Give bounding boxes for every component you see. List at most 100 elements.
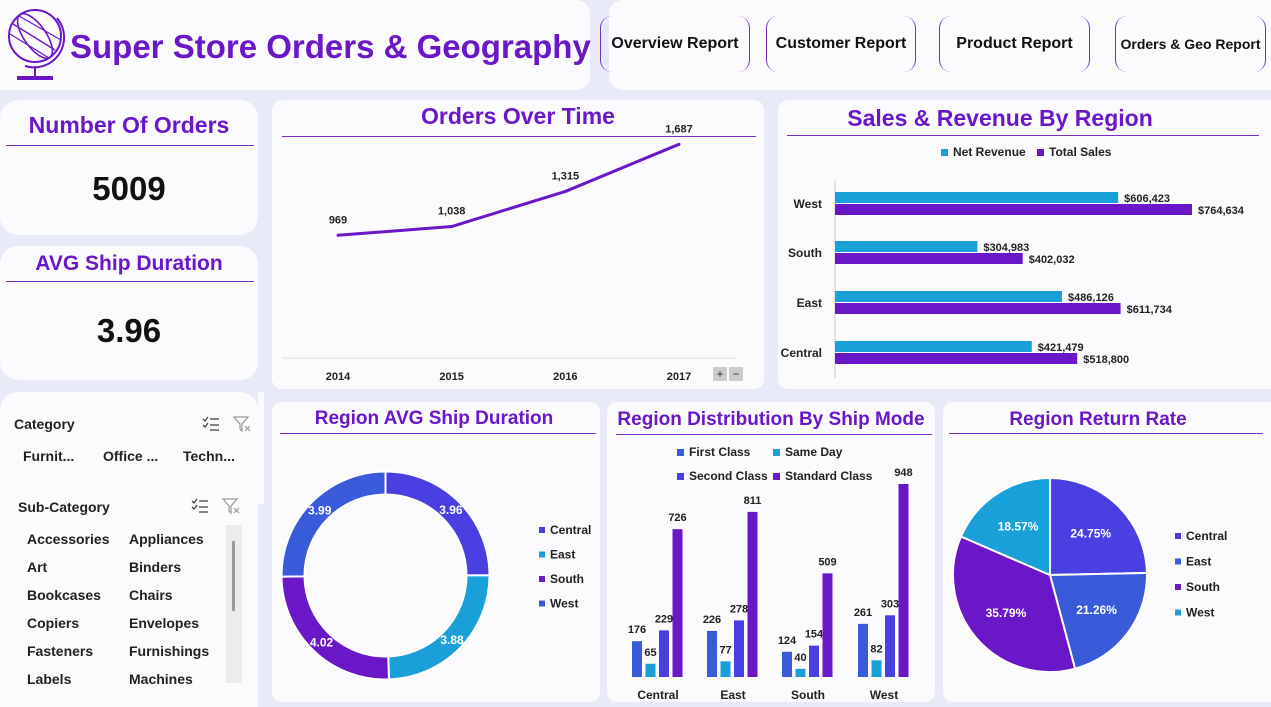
subcategory-item[interactable]: Art — [27, 559, 47, 575]
bar-same-day — [645, 663, 656, 677]
donut-slice-south — [280, 575, 391, 681]
ship-kpi-card: AVG Ship Duration 3.96 — [0, 246, 258, 380]
subcategory-item[interactable]: Chairs — [129, 587, 173, 603]
data-label: $606,423 — [1124, 193, 1170, 205]
data-label: 509 — [818, 556, 836, 568]
page-title: Super Store Orders & Geography — [70, 28, 591, 65]
orders-over-time-card: Orders Over Time 969 2014 1,038 2015 1,315 20… — [272, 100, 764, 389]
globe-icon — [8, 9, 66, 80]
legend-label: South — [1186, 580, 1220, 594]
orders-kpi-card: Number Of Orders 5009 — [0, 100, 258, 235]
x-tick-label: South — [791, 688, 825, 702]
subcategory-item[interactable]: Accessories — [27, 531, 110, 547]
scrollbar-thumb[interactable] — [232, 541, 235, 611]
ship-mode-bar-chart: 176 65 229 726 Central 226 77 278 811 East 124 40 15… — [628, 467, 913, 702]
orders-kpi-value: 5009 — [92, 170, 166, 207]
data-label: 948 — [894, 467, 912, 479]
donut-slice-west — [280, 470, 387, 578]
category-item-office[interactable]: Office ... — [103, 448, 158, 464]
orders-line — [337, 142, 680, 237]
data-label: 65 — [644, 647, 656, 659]
data-label: 21.26% — [1076, 603, 1117, 617]
ship-kpi-title: AVG Ship Duration — [35, 252, 223, 275]
subcategory-item[interactable]: Envelopes — [129, 615, 199, 631]
subcategory-item[interactable]: Fasteners — [27, 643, 93, 659]
subcategory-scrollbar[interactable] — [226, 525, 242, 683]
ship-duration-card: Region AVG Ship Duration 3.96 Central 3.88… — [272, 402, 600, 702]
zoom-out-button[interactable]: − — [729, 367, 743, 381]
legend-label: Central — [550, 523, 591, 537]
bar-standard-class — [672, 529, 683, 677]
line-point — [450, 225, 454, 229]
subcategory-item[interactable]: Machines — [129, 671, 193, 687]
bar-total-sales — [835, 303, 1121, 314]
subcategory-slicer-title: Sub-Category — [18, 499, 110, 515]
orders-geo-report-button[interactable]: Orders & Geo Report — [1115, 16, 1266, 72]
bar-second-class — [885, 615, 895, 677]
subcategory-item[interactable]: Appliances — [129, 531, 204, 547]
x-tick-label: 2017 — [667, 371, 691, 383]
line-point — [563, 189, 567, 193]
subcategory-item[interactable]: Copiers — [27, 615, 79, 631]
y-tick-label: West — [794, 197, 822, 211]
bar-second-class — [809, 645, 819, 677]
data-label: 261 — [854, 607, 872, 619]
y-tick-label: South — [788, 246, 822, 260]
subcategory-item[interactable]: Bookcases — [27, 587, 101, 603]
data-label: 969 — [329, 214, 347, 226]
data-label: $518,800 — [1083, 354, 1129, 366]
customer-report-button[interactable]: Customer Report — [766, 16, 916, 72]
legend-swatch — [539, 527, 545, 533]
multi-select-icon[interactable] — [202, 416, 220, 432]
multi-select-icon[interactable] — [191, 498, 209, 514]
bar-same-day — [720, 661, 731, 677]
legend-swatch — [1175, 609, 1181, 616]
data-label: 303 — [881, 598, 899, 610]
overview-report-button[interactable]: Overview Report — [600, 16, 750, 72]
bar-second-class — [734, 620, 744, 677]
legend-label: East — [1186, 555, 1211, 569]
legend-label: East — [550, 548, 575, 562]
zoom-in-button[interactable]: + — [713, 367, 727, 381]
bar-standard-class — [898, 484, 909, 677]
sales-revenue-card: Sales & Revenue By Region Net Revenue To… — [778, 100, 1271, 389]
return-rate-card: Region Return Rate 24.75% Central 21.26% Ea… — [943, 402, 1271, 702]
divider — [6, 281, 254, 282]
category-item-furniture[interactable]: Furnit... — [23, 448, 74, 464]
category-item-technology[interactable]: Techn... — [183, 448, 235, 464]
bar-standard-class — [822, 573, 833, 677]
data-label: 1,038 — [438, 206, 466, 218]
bar-net-revenue — [835, 341, 1032, 352]
bar-total-sales — [835, 353, 1078, 364]
subcategory-item[interactable]: Binders — [129, 559, 181, 575]
legend-swatch — [1175, 558, 1181, 565]
subcategory-item[interactable]: Labels — [27, 671, 71, 687]
bar-first-class — [858, 623, 868, 677]
legend-swatch — [539, 551, 545, 558]
x-tick-label: West — [870, 688, 898, 702]
divider — [6, 145, 254, 146]
data-label: 40 — [794, 652, 806, 664]
data-label: 82 — [870, 643, 882, 655]
data-label: $304,983 — [983, 242, 1029, 254]
legend-swatch — [539, 600, 545, 607]
ship-mode-card: Region Distribution By Ship Mode First C… — [607, 402, 935, 702]
bar-total-sales — [835, 204, 1192, 215]
subcategory-item[interactable]: Furnishings — [129, 643, 209, 659]
legend-label: Central — [1186, 529, 1227, 543]
y-tick-label: East — [797, 296, 822, 310]
legend-label: West — [550, 597, 578, 611]
data-label: 3.96 — [439, 503, 463, 517]
clear-filter-icon[interactable] — [233, 415, 251, 433]
x-tick-label: Central — [637, 688, 678, 702]
clear-filter-icon[interactable] — [222, 497, 240, 515]
bar-same-day — [871, 660, 882, 677]
bar-first-class — [782, 651, 792, 677]
data-label: 24.75% — [1070, 526, 1111, 540]
product-report-button[interactable]: Product Report — [939, 16, 1090, 72]
legend-swatch — [1175, 584, 1181, 590]
data-label: 726 — [668, 512, 686, 524]
data-label: $402,032 — [1029, 254, 1075, 266]
bar-same-day — [795, 668, 806, 677]
data-label: 18.57% — [998, 519, 1039, 533]
